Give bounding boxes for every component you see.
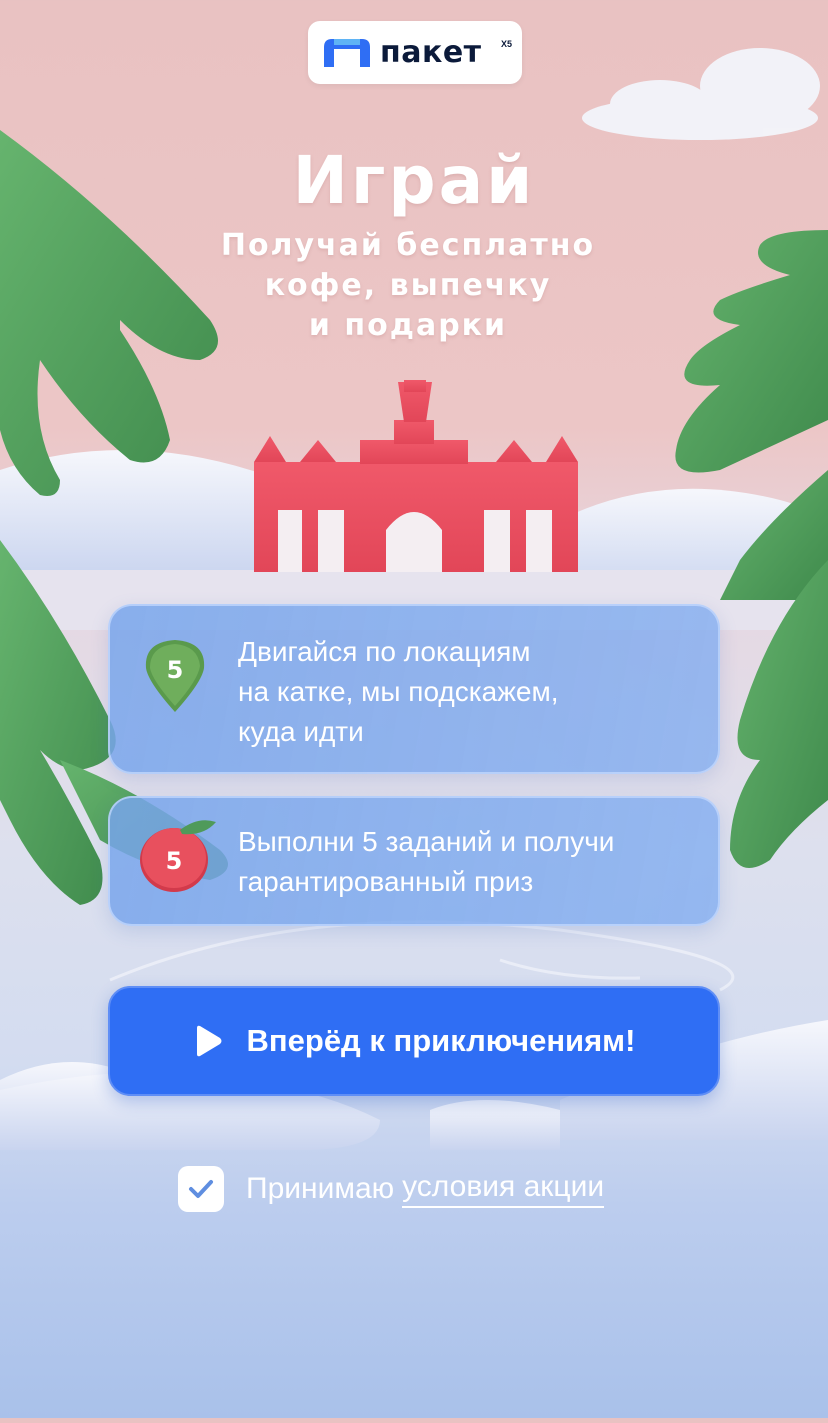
paket-logo-icon bbox=[324, 38, 370, 67]
info-card-locations: 5 Двигайся по локациям на катке, мы подс… bbox=[108, 604, 720, 774]
skating-track bbox=[109, 920, 735, 992]
terms-label: Принимаю bbox=[246, 1172, 395, 1205]
map-pin-icon: 5 bbox=[145, 640, 205, 712]
page-title: Играй bbox=[292, 142, 536, 219]
terms-agreement: Принимаю условия акции bbox=[178, 1166, 605, 1212]
logo-x5-text: X5 bbox=[500, 39, 512, 49]
terms-checkbox[interactable] bbox=[178, 1166, 224, 1212]
card-line: Двигайся по локациям bbox=[238, 636, 531, 667]
card-line: на катке, мы подскажем, bbox=[238, 676, 559, 707]
brand-logo: пакет X5 bbox=[308, 21, 522, 84]
subtitle-line: кофе, выпечку bbox=[264, 268, 552, 303]
page-subtitle: Получай бесплатно кофе, выпечку и подарк… bbox=[0, 226, 816, 346]
info-card-tasks: 5 Выполни 5 заданий и получи гарантирова… bbox=[108, 796, 720, 926]
apple-icon: 5 bbox=[140, 820, 216, 892]
check-icon bbox=[189, 1180, 213, 1198]
play-icon bbox=[196, 1025, 222, 1057]
card-line: гарантированный приз bbox=[238, 866, 534, 897]
logo-brand-text: пакет bbox=[380, 35, 482, 70]
cloud-decoration bbox=[582, 48, 820, 140]
card-text: Двигайся по локациям на катке, мы подска… bbox=[238, 632, 559, 752]
badge-number: 5 bbox=[166, 847, 183, 875]
terms-link[interactable]: условия акции bbox=[402, 1170, 605, 1208]
card-text: Выполни 5 заданий и получи гарантированн… bbox=[238, 822, 614, 902]
start-adventure-label: Вперёд к приключениям! bbox=[246, 1023, 636, 1058]
badge-number: 5 bbox=[167, 656, 184, 684]
subtitle-line: Получай бесплатно bbox=[220, 228, 596, 263]
card-line: Выполни 5 заданий и получи bbox=[238, 826, 615, 857]
start-adventure-button[interactable]: Вперёд к приключениям! bbox=[108, 986, 720, 1096]
subtitle-line: и подарки bbox=[308, 308, 508, 343]
card-line: куда идти bbox=[238, 716, 364, 747]
